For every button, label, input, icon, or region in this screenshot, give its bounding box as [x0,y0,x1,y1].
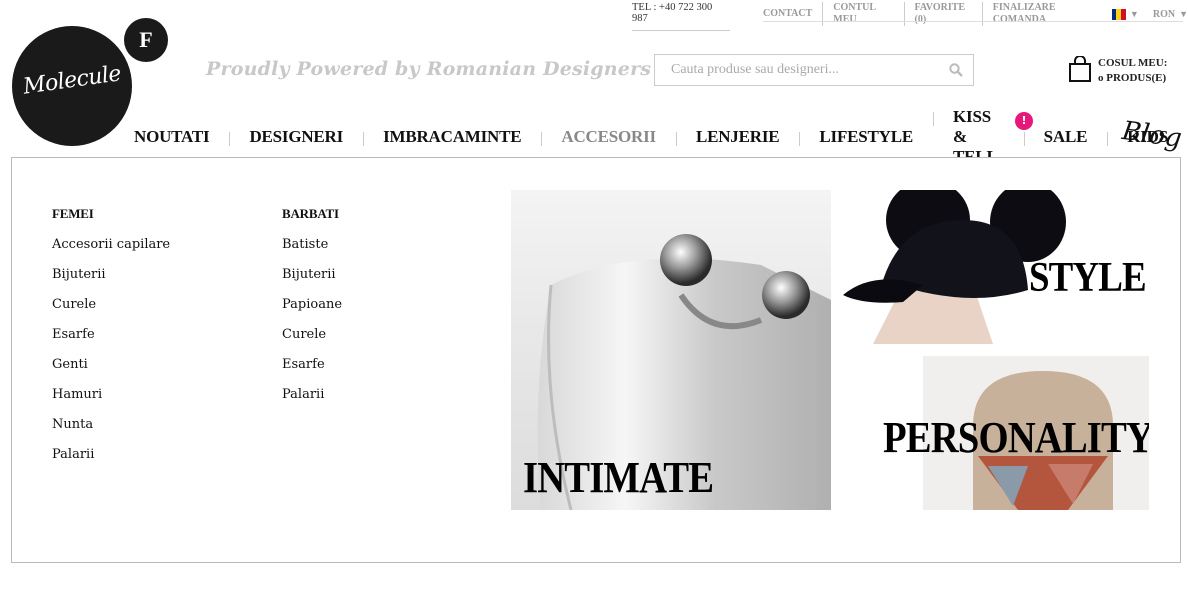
menu-item-palarii[interactable]: Palarii [282,386,342,416]
site-logo[interactable]: Molecule F [12,18,172,146]
tagline: Proudly Powered by Romanian Designers [206,58,652,80]
contact-link[interactable]: CONTACT [763,8,822,20]
cart-summary: COSUL MEU: o PRODUS(E) [1098,56,1167,86]
cart-label: COSUL MEU: [1098,57,1168,69]
sale-badge: ! [1015,112,1033,130]
nav-noutati[interactable]: NOUTATI [114,127,229,147]
menu-item-curele[interactable]: Curele [52,296,170,326]
menu-item-esarfe[interactable]: Esarfe [282,356,342,386]
account-link[interactable]: CONTUL MEU [822,2,903,26]
femei-heading: FEMEI [52,206,94,221]
menu-item-hamuri[interactable]: Hamuri [52,386,170,416]
cart[interactable]: COSUL MEU: o PRODUS(E) [1068,56,1167,86]
chevron-down-icon[interactable]: ▼ [1179,9,1188,19]
favorites-link[interactable]: FAVORITE (0) [903,2,982,26]
nav-lifestyle[interactable]: LIFESTYLE [799,127,933,147]
utility-links: CONTACT CONTUL MEU FAVORITE (0) FINALIZA… [763,2,1188,26]
menu-item-bijuterii[interactable]: Bijuterii [52,266,170,296]
promo-personality[interactable]: PERSONALITY [843,356,1149,510]
nav-imbracaminte[interactable]: IMBRACAMINTE [363,127,541,147]
phone-number: TEL : +40 722 300 987 [632,2,730,31]
search-icon[interactable] [949,63,963,77]
search-input[interactable] [655,55,935,85]
promo-style-label: STYLE [1029,255,1147,301]
menu-item-curele[interactable]: Curele [282,326,342,356]
menu-item-palarii[interactable]: Palarii [52,446,170,476]
menu-item-bijuterii[interactable]: Bijuterii [282,266,342,296]
nav-designeri[interactable]: DESIGNERI [229,127,363,147]
nav-sale[interactable]: SALE [1023,127,1108,147]
currency-selector[interactable]: RON [1153,9,1175,20]
promo-intimate[interactable]: INTIMATE [511,190,831,510]
search-box [654,54,974,86]
utility-divider [763,21,1183,22]
menu-item-genti[interactable]: Genti [52,356,170,386]
promo-personality-label: PERSONALITY [883,413,1149,462]
barbati-column: BARBATI Batiste Bijuterii Papioane Curel… [282,206,342,416]
femei-column: FEMEI Accesorii capilare Bijuterii Curel… [52,206,170,476]
logo-badge: F [124,18,168,62]
shopping-bag-icon[interactable] [1068,56,1092,82]
menu-item-accesorii-capilare[interactable]: Accesorii capilare [52,236,170,266]
chevron-down-icon[interactable]: ▼ [1130,9,1139,19]
barbati-heading: BARBATI [282,206,339,221]
menu-item-batiste[interactable]: Batiste [282,236,342,266]
promo-intimate-label: INTIMATE [523,453,714,502]
menu-item-papioane[interactable]: Papioane [282,296,342,326]
menu-item-nunta[interactable]: Nunta [52,416,170,446]
romania-flag-icon[interactable] [1111,8,1126,20]
accesorii-dropdown: FEMEI Accesorii capilare Bijuterii Curel… [11,157,1181,563]
nav-lenjerie[interactable]: LENJERIE [675,127,799,147]
checkout-link[interactable]: FINALIZARE COMANDA [981,2,1108,26]
promo-style[interactable]: STYLE [843,190,1149,344]
nav-accesorii[interactable]: ACCESORII [541,127,676,147]
menu-item-esarfe[interactable]: Esarfe [52,326,170,356]
cart-count: o PRODUS(E) [1098,72,1167,84]
